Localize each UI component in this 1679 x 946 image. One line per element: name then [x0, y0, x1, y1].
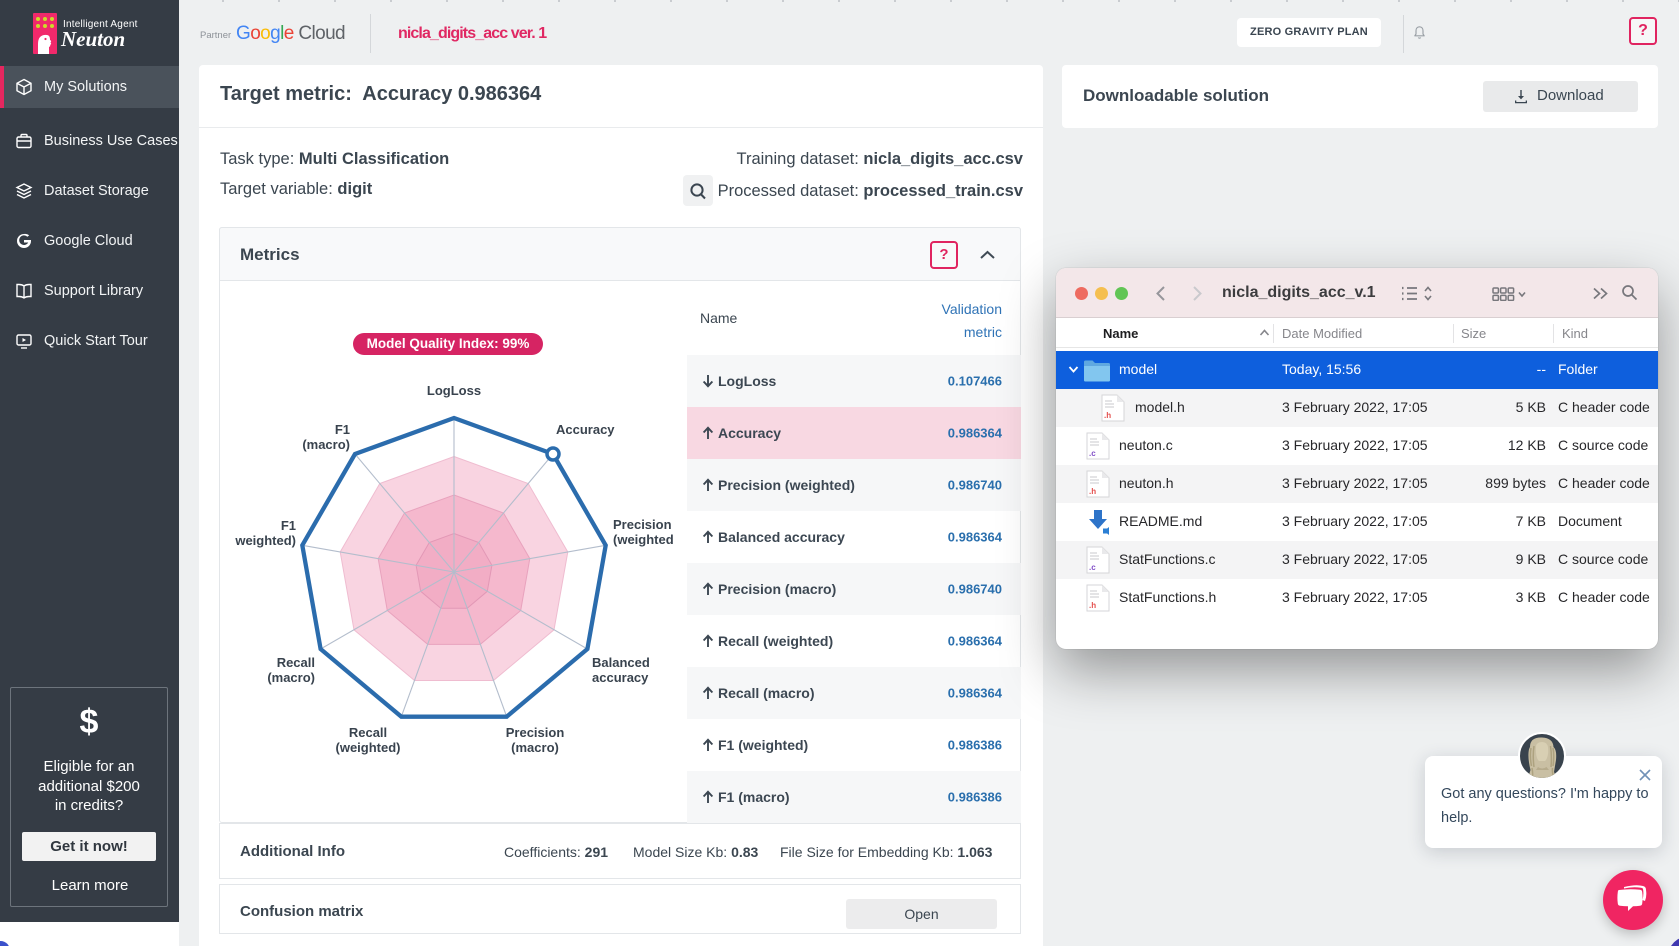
svg-text:.h: .h — [1089, 487, 1096, 496]
svg-text:.h: .h — [1104, 411, 1111, 420]
svg-text:.c: .c — [1089, 449, 1096, 458]
svg-text:.c: .c — [1089, 563, 1096, 572]
svg-text:.h: .h — [1089, 601, 1096, 610]
